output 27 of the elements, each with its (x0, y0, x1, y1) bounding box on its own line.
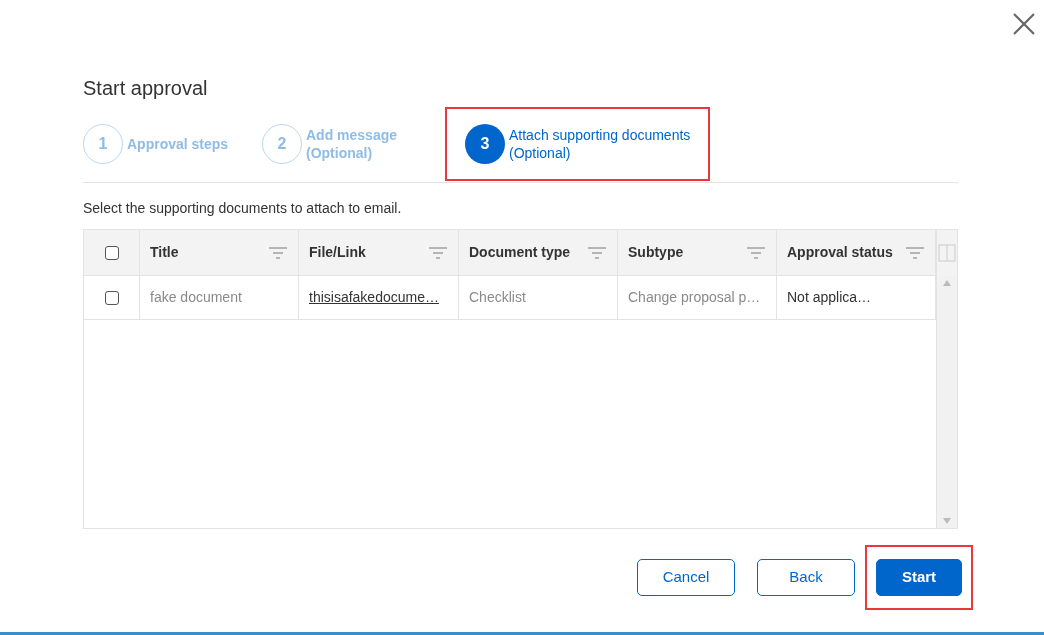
filter-icon[interactable] (905, 245, 925, 260)
table-cell-text: fake document (150, 288, 242, 307)
table-cell-text: Change proposal p… (628, 288, 761, 307)
columns-icon[interactable] (938, 244, 956, 262)
scroll-up-icon[interactable] (943, 280, 951, 286)
checkbox[interactable] (104, 290, 119, 305)
column-header[interactable]: Title (150, 242, 179, 263)
column-header[interactable]: Subtype (628, 242, 684, 263)
column-header[interactable]: Approval status (787, 242, 893, 263)
filter-icon[interactable] (428, 245, 448, 260)
table-cell-text: Checklist (469, 288, 526, 307)
step-tab[interactable]: 3 Attach supporting documents (Optional) (465, 123, 691, 164)
instruction-text: Select the supporting documents to attach to email. (83, 199, 403, 217)
file-link[interactable]: thisisafakedocume… (309, 287, 439, 308)
column-header[interactable]: Document type (469, 242, 571, 263)
scroll-down-icon[interactable] (943, 518, 951, 524)
table-cell-text: Not applica… (787, 288, 872, 307)
filter-icon[interactable] (746, 245, 766, 260)
dialog-button[interactable]: Back (757, 559, 855, 596)
column-header[interactable]: File/Link (309, 242, 366, 263)
filter-icon[interactable] (268, 245, 288, 260)
scrollbar[interactable] (937, 276, 957, 528)
dialog-button[interactable]: Cancel (637, 559, 735, 596)
dialog-button[interactable]: Start (876, 559, 962, 596)
filter-icon[interactable] (587, 245, 607, 260)
dialog-title: Start approval (83, 76, 209, 101)
checkbox[interactable] (104, 245, 119, 260)
